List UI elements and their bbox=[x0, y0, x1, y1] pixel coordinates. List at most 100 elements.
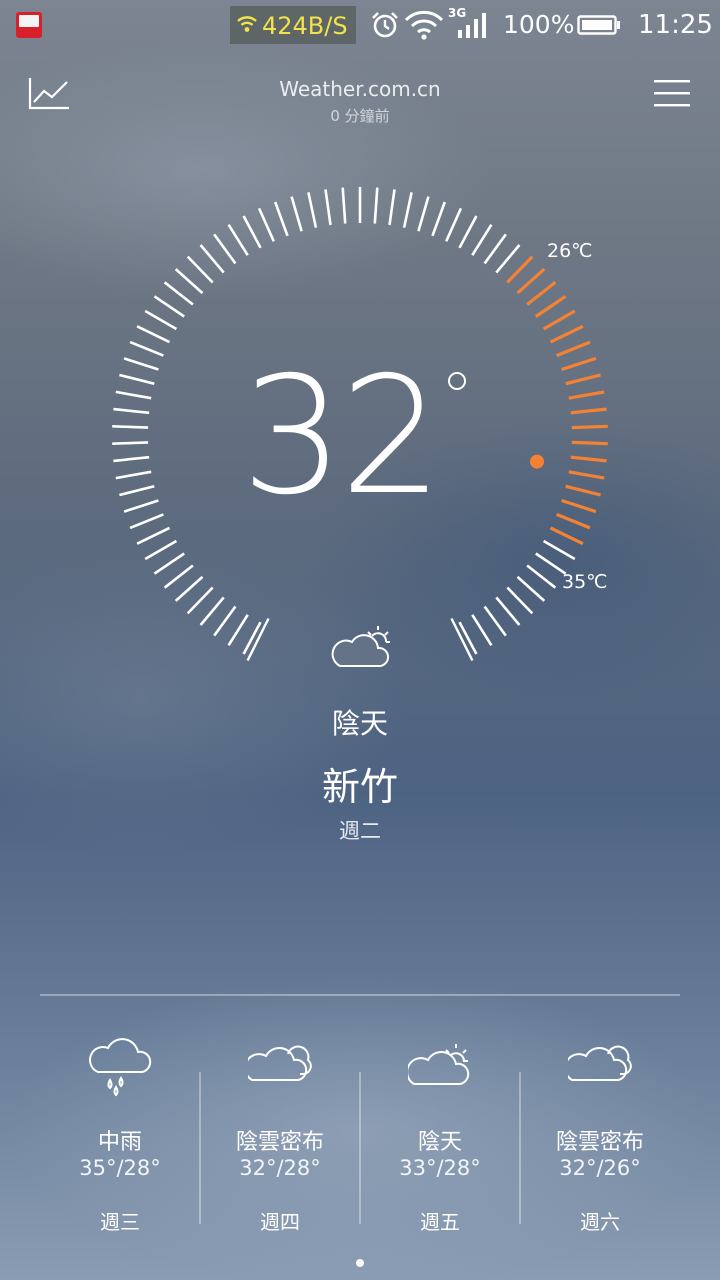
forecast-divider bbox=[40, 994, 680, 996]
dial-tick bbox=[119, 485, 155, 497]
forecast-temps: 33°/28° bbox=[399, 1156, 481, 1180]
dial-tick bbox=[242, 215, 262, 249]
rain-icon bbox=[89, 1038, 152, 1097]
forecast-weekday: 週四 bbox=[260, 1210, 300, 1234]
dial-tick bbox=[402, 192, 413, 228]
dial-tick bbox=[119, 373, 155, 385]
dial-tick bbox=[115, 470, 152, 480]
dial-tick bbox=[213, 233, 237, 265]
forecast-condition: 中雨 bbox=[97, 1130, 142, 1155]
dial-tick bbox=[186, 255, 214, 284]
dial-tick bbox=[273, 201, 289, 237]
city-name[interactable]: 新竹 bbox=[0, 756, 720, 811]
dial-tick bbox=[431, 201, 447, 237]
partly-cloudy-icon bbox=[331, 626, 390, 667]
page-indicator-dot bbox=[356, 1259, 364, 1267]
dial-tick-range bbox=[555, 512, 591, 530]
dial-tick bbox=[227, 224, 249, 256]
dial-tick bbox=[136, 325, 171, 344]
cloudy-icon bbox=[568, 1045, 632, 1081]
dial-tick-range bbox=[555, 340, 591, 358]
forecast-list: 中雨 35°/28° 週三 陰雲密布 32°/28° 週四 陰天 33°/28°… bbox=[40, 1030, 680, 1234]
degree-symbol bbox=[448, 372, 466, 390]
dial-tick-range bbox=[549, 526, 584, 546]
partly-cloudy-icon bbox=[408, 1044, 470, 1085]
forecast-day[interactable]: 陰雲密布 32°/28° 週四 bbox=[200, 1030, 360, 1234]
dial-label-top: 26℃ bbox=[547, 240, 593, 262]
forecast-condition: 陰天 bbox=[417, 1130, 462, 1155]
dial-tick bbox=[506, 586, 534, 615]
dial-tick bbox=[123, 357, 159, 371]
forecast-condition: 陰雲密布 bbox=[555, 1130, 644, 1155]
dial-tick bbox=[227, 614, 249, 646]
dial-tick bbox=[373, 187, 379, 224]
dial-tick-range bbox=[571, 424, 608, 430]
current-temp-marker bbox=[530, 454, 544, 469]
dial-tick bbox=[471, 614, 493, 646]
dial-tick-range bbox=[534, 294, 567, 318]
dial-tick-range bbox=[549, 324, 584, 344]
dial-tick bbox=[199, 244, 225, 274]
dial-tick-range bbox=[561, 356, 597, 372]
forecast-temps: 32°/26° bbox=[559, 1156, 641, 1180]
dial-tick-range bbox=[561, 498, 597, 514]
forecast-temps: 32°/28° bbox=[239, 1156, 321, 1180]
dial-tick bbox=[257, 207, 275, 242]
dial-tick bbox=[290, 196, 303, 232]
forecast-day[interactable]: 陰天 33°/28° 週五 bbox=[360, 1030, 520, 1234]
dial-tick bbox=[153, 295, 185, 318]
dial-tick bbox=[123, 499, 159, 513]
dial-tick-range bbox=[571, 440, 608, 446]
dial-tick bbox=[174, 268, 204, 295]
dial-tick-range bbox=[568, 470, 605, 480]
dial-tick-range bbox=[565, 484, 601, 497]
dial-tick bbox=[144, 539, 178, 561]
dial-tick bbox=[483, 605, 507, 637]
current-temperature: 32 bbox=[240, 343, 443, 531]
current-condition: 陰天 bbox=[331, 707, 388, 740]
dial-tick bbox=[163, 564, 194, 589]
forecast-temps: 35°/28° bbox=[79, 1156, 161, 1180]
dial-tick-range bbox=[568, 390, 605, 400]
dial-tick bbox=[129, 513, 164, 530]
dial-tick-range bbox=[570, 407, 607, 415]
dial-tick bbox=[458, 215, 478, 249]
dial-tick bbox=[129, 340, 164, 357]
dial-tick bbox=[483, 233, 507, 265]
dial-tick bbox=[495, 244, 521, 274]
dial-tick-range bbox=[542, 309, 576, 331]
dial-tick bbox=[144, 309, 178, 331]
cloudy-icon bbox=[248, 1045, 312, 1081]
dial-tick bbox=[199, 596, 225, 626]
dial-tick bbox=[113, 407, 150, 415]
dial-tick-range bbox=[516, 267, 546, 295]
dial-tick bbox=[112, 425, 149, 429]
dial-tick bbox=[445, 207, 463, 242]
dial-tick bbox=[163, 281, 194, 306]
dial-tick bbox=[213, 605, 237, 637]
dial-tick-range bbox=[506, 255, 534, 284]
dial-tick bbox=[186, 586, 214, 615]
forecast-weekday: 週六 bbox=[580, 1210, 620, 1234]
dial-tick-range bbox=[570, 455, 607, 463]
dial-tick bbox=[136, 526, 171, 545]
dial-label-bottom: 35℃ bbox=[562, 571, 608, 593]
dial-tick bbox=[526, 564, 557, 589]
dial-tick bbox=[516, 575, 546, 602]
dial-tick bbox=[417, 196, 430, 232]
forecast-weekday: 週三 bbox=[100, 1210, 140, 1234]
forecast-day[interactable]: 陰雲密布 32°/26° 週六 bbox=[520, 1030, 680, 1234]
dial-tick bbox=[341, 187, 347, 224]
forecast-day[interactable]: 中雨 35°/28° 週三 bbox=[40, 1030, 200, 1234]
dial-tick bbox=[324, 189, 332, 226]
forecast-weekday: 週五 bbox=[420, 1210, 460, 1234]
forecast-condition: 陰雲密布 bbox=[235, 1130, 324, 1155]
dial-tick bbox=[307, 192, 318, 228]
dial-tick bbox=[153, 552, 185, 575]
dial-tick bbox=[113, 455, 150, 463]
dial-tick bbox=[174, 575, 204, 602]
dial-tick bbox=[495, 596, 521, 626]
current-weekday: 週二 bbox=[339, 819, 381, 843]
dial-tick bbox=[388, 189, 396, 226]
dial-tick bbox=[115, 390, 152, 400]
